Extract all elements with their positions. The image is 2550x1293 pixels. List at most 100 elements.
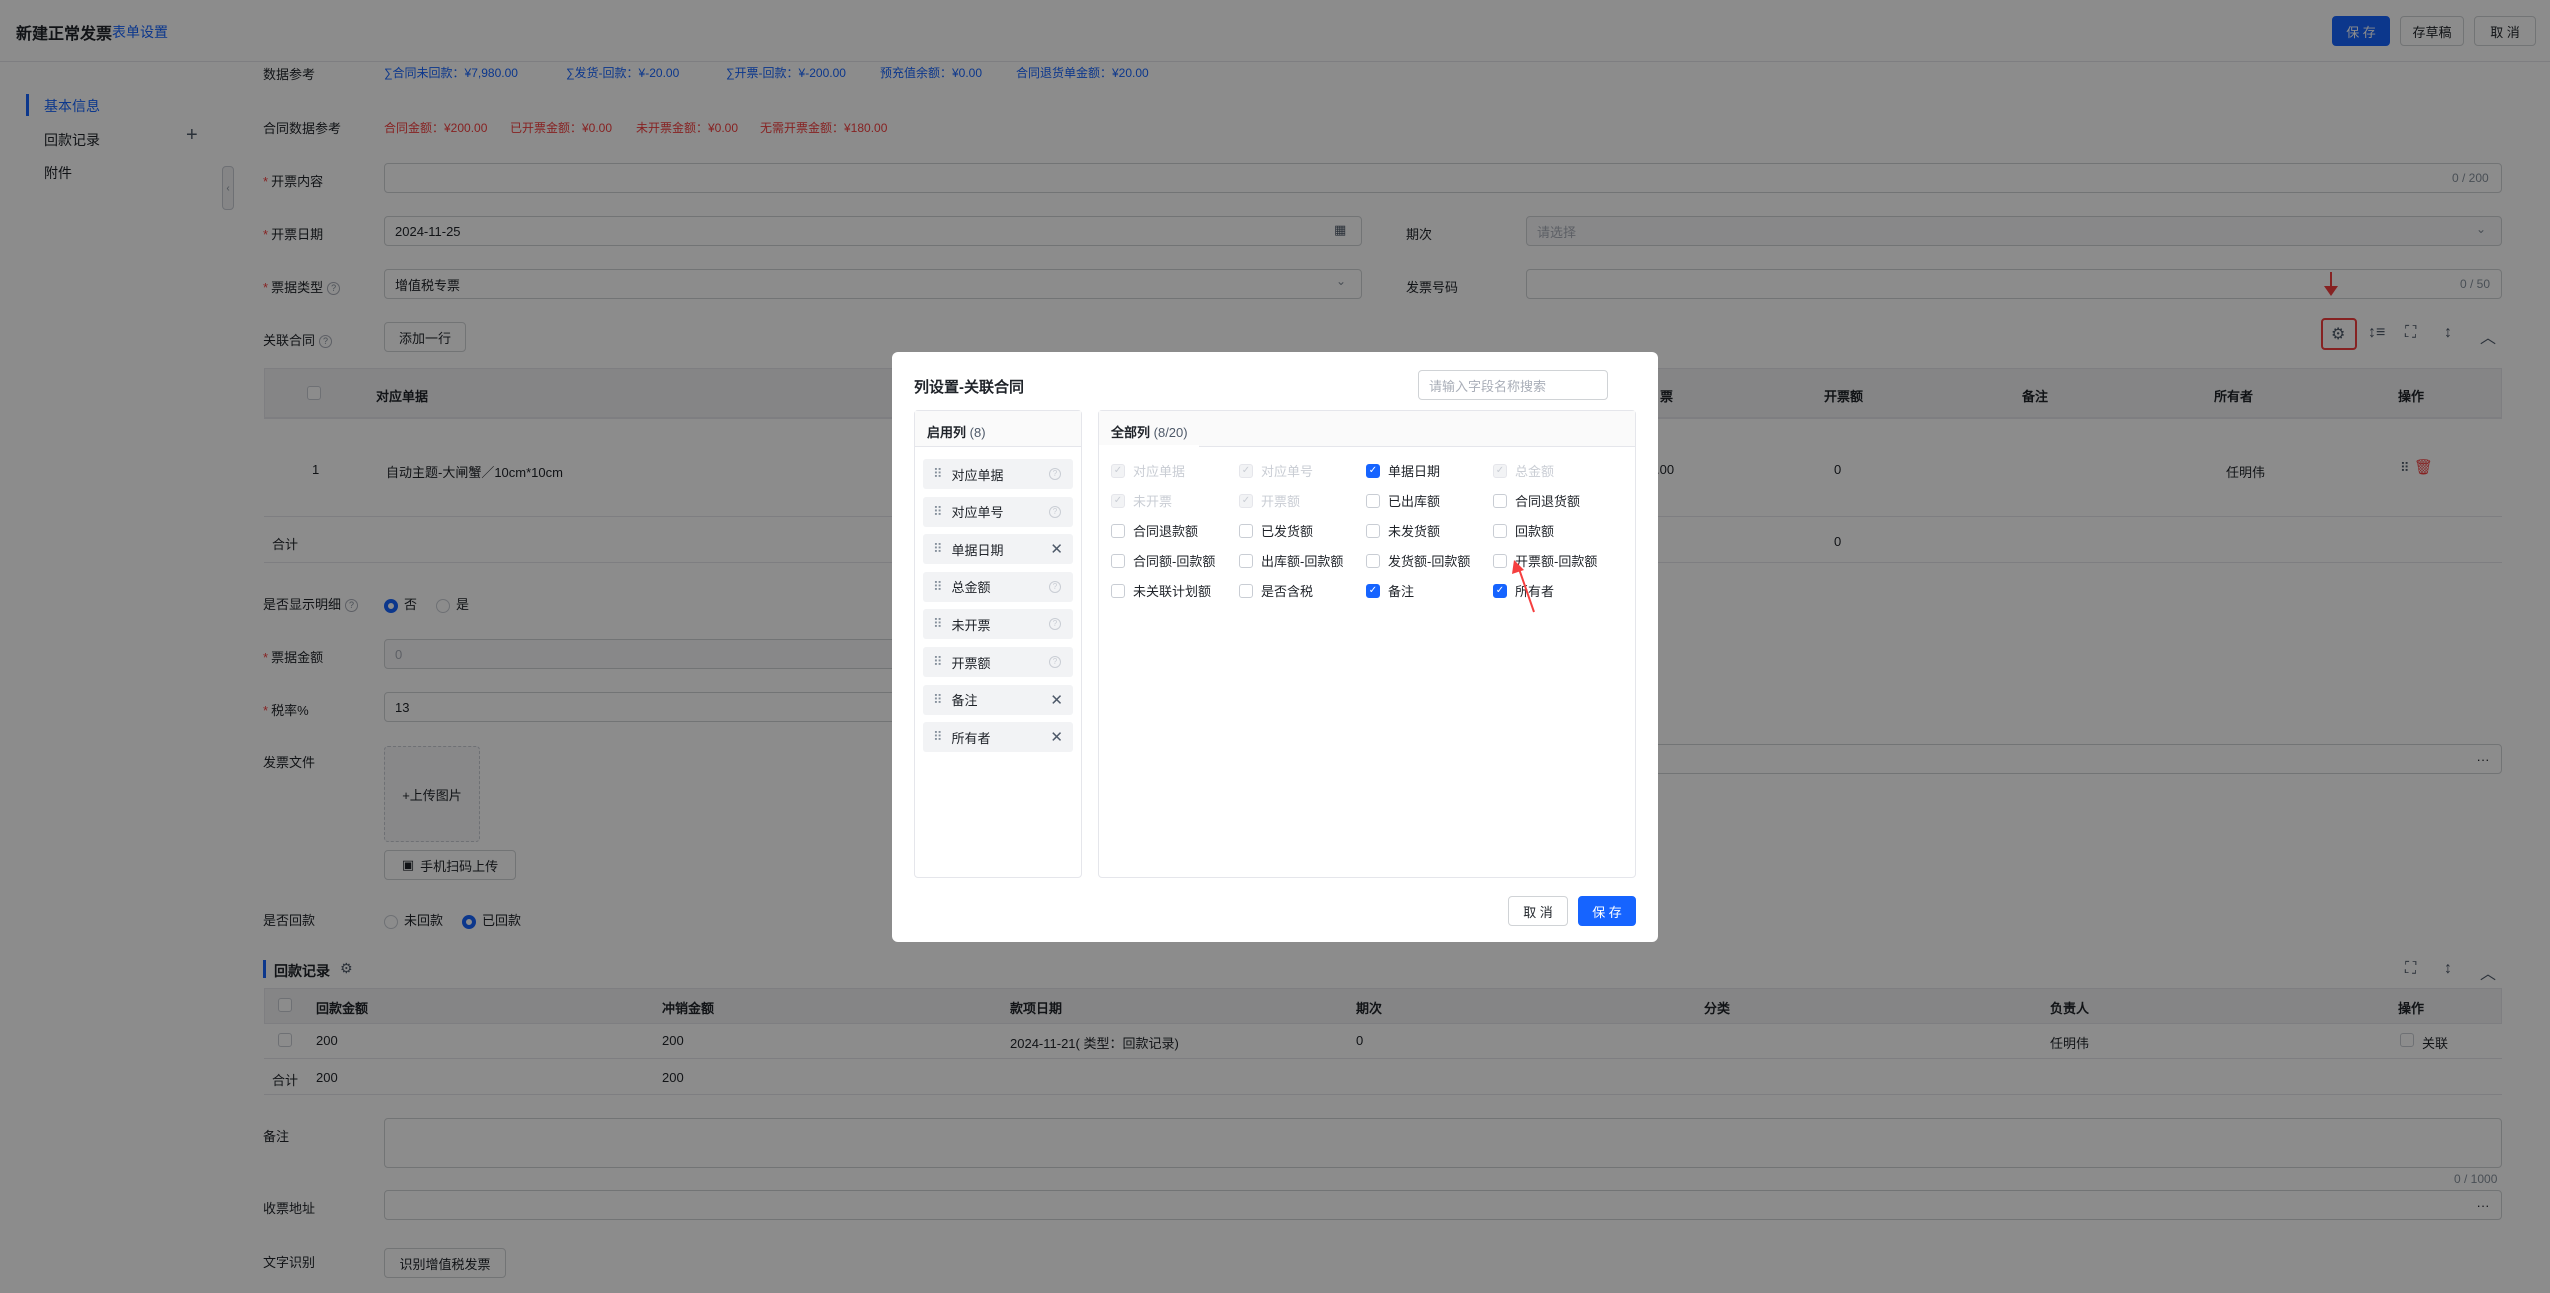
column-option-label: 对应单号: [1261, 464, 1314, 479]
field-search-input[interactable]: 请输入字段名称搜索: [1418, 370, 1608, 400]
drag-handle-icon[interactable]: ⠿: [933, 729, 942, 745]
modal-save-button[interactable]: 保 存: [1578, 896, 1636, 926]
column-option[interactable]: 合同退款额: [1111, 521, 1198, 540]
column-option-label: 未开票: [1133, 494, 1173, 509]
checkbox[interactable]: [1239, 553, 1253, 568]
column-option[interactable]: 已发货额: [1239, 521, 1313, 540]
column-option[interactable]: 出库额-回款额: [1239, 551, 1343, 570]
checkbox[interactable]: ✓: [1366, 463, 1380, 478]
checkbox[interactable]: [1111, 583, 1125, 598]
column-settings-modal: 列设置-关联合同 请输入字段名称搜索 启用列 (8) ⠿ 对应单据? ⠿ 对应单号? ⠿…: [892, 352, 1658, 942]
checkbox[interactable]: ✓: [1493, 583, 1507, 598]
tab-underline: [1099, 445, 1199, 447]
checkbox[interactable]: [1493, 553, 1507, 568]
column-option-label: 回款额: [1515, 524, 1555, 539]
checkbox[interactable]: [1366, 553, 1380, 568]
column-option-label: 合同退款额: [1133, 524, 1199, 539]
column-option: ✓ 未开票: [1111, 491, 1172, 510]
enabled-column-label: 对应单据: [951, 467, 1004, 483]
close-icon[interactable]: ✕: [1050, 540, 1063, 558]
enabled-column-item[interactable]: ⠿ 所有者 ✕: [923, 722, 1073, 753]
enabled-column-label: 开票额: [951, 655, 991, 671]
checkbox[interactable]: [1366, 523, 1380, 538]
checkbox[interactable]: [1366, 493, 1380, 508]
checkbox[interactable]: [1111, 523, 1125, 538]
drag-handle-icon[interactable]: ⠿: [933, 466, 942, 482]
help-icon: ?: [1049, 618, 1061, 631]
column-option-label: 未关联计划额: [1133, 584, 1212, 599]
help-icon: ?: [1049, 656, 1061, 668]
column-option-label: 合同退货额: [1515, 494, 1581, 509]
enabled-column-item[interactable]: ⠿ 未开票?: [923, 609, 1073, 640]
panel-header: 全部列 (8/20): [1099, 411, 1635, 447]
enabled-column-label: 所有者: [951, 730, 991, 746]
drag-handle-icon[interactable]: ⠿: [933, 579, 942, 595]
checkbox: ✓: [1239, 493, 1253, 508]
checkbox[interactable]: [1111, 553, 1125, 568]
column-option-label: 总金额: [1515, 464, 1555, 479]
checkbox[interactable]: ✓: [1366, 583, 1380, 598]
enabled-column-item[interactable]: ⠿ 总金额?: [923, 571, 1073, 602]
checkbox[interactable]: [1239, 583, 1253, 598]
column-option-label: 已发货额: [1261, 524, 1314, 539]
enabled-column-item[interactable]: ⠿ 对应单据?: [923, 459, 1073, 489]
drag-handle-icon[interactable]: ⠿: [933, 504, 942, 520]
enabled-column-label: 对应单号: [951, 505, 1004, 521]
column-option: ✓ 总金额: [1493, 461, 1554, 480]
enabled-column-label: 单据日期: [951, 542, 1004, 558]
enabled-columns-tab[interactable]: 启用列 (8): [927, 422, 986, 441]
drag-handle-icon[interactable]: ⠿: [933, 616, 942, 632]
enabled-column-item[interactable]: ⠿ 备注 ✕: [923, 684, 1073, 715]
checkbox: ✓: [1111, 493, 1125, 508]
column-option: ✓ 开票额: [1239, 491, 1300, 510]
enabled-column-item[interactable]: ⠿ 对应单号?: [923, 496, 1073, 527]
enabled-column-item[interactable]: ⠿ 单据日期 ✕: [923, 534, 1073, 565]
column-option-label: 发货额-回款额: [1388, 554, 1471, 569]
column-option-label: 开票额: [1261, 494, 1301, 509]
column-option[interactable]: 发货额-回款额: [1366, 551, 1470, 570]
drag-handle-icon[interactable]: ⠿: [933, 541, 942, 557]
column-option-label: 未发货额: [1388, 524, 1441, 539]
all-columns-tab[interactable]: 全部列 (8/20): [1111, 422, 1188, 441]
help-icon: ?: [1049, 580, 1061, 593]
column-option[interactable]: 已出库额: [1366, 491, 1440, 510]
drag-handle-icon[interactable]: ⠿: [933, 654, 942, 670]
column-option: ✓ 对应单据: [1111, 461, 1185, 480]
checkbox[interactable]: [1493, 493, 1507, 508]
annotation-arrow: [1512, 560, 1535, 613]
help-icon: ?: [1049, 505, 1061, 518]
checkbox: ✓: [1111, 463, 1125, 478]
column-option[interactable]: 是否含税: [1239, 581, 1313, 600]
all-columns-panel: 全部列 (8/20) ✓ 对应单据 ✓ 对应单号 ✓ 单据日期 ✓ 总金额 ✓ 未开票 ✓ 开票额 已出…: [1098, 410, 1636, 878]
column-option[interactable]: 合同退货额: [1493, 491, 1580, 510]
modal-title: 列设置-关联合同: [914, 379, 1024, 396]
column-option[interactable]: ✓ 备注: [1366, 581, 1414, 600]
close-icon[interactable]: ✕: [1050, 691, 1063, 709]
column-option[interactable]: 合同额-回款额: [1111, 551, 1215, 570]
column-option-label: 对应单据: [1133, 464, 1186, 479]
checkbox[interactable]: [1239, 523, 1253, 538]
enabled-column-item[interactable]: ⠿ 开票额?: [923, 647, 1073, 677]
column-option[interactable]: 回款额: [1493, 521, 1554, 540]
help-icon: ?: [1049, 468, 1061, 480]
column-option-label: 备注: [1388, 584, 1415, 599]
panel-header: 启用列 (8): [915, 411, 1081, 447]
modal-cancel-button[interactable]: 取 消: [1508, 896, 1568, 926]
checkbox[interactable]: [1493, 523, 1507, 538]
column-option-label: 已出库额: [1388, 494, 1441, 509]
column-option-label: 合同额-回款额: [1133, 554, 1216, 569]
drag-handle-icon[interactable]: ⠿: [933, 692, 942, 708]
checkbox: ✓: [1493, 463, 1507, 478]
enabled-column-label: 总金额: [951, 580, 991, 596]
column-option-label: 单据日期: [1388, 464, 1441, 479]
close-icon[interactable]: ✕: [1050, 728, 1063, 746]
enabled-column-label: 未开票: [951, 617, 991, 633]
enabled-column-label: 备注: [951, 693, 978, 709]
checkbox: ✓: [1239, 463, 1253, 478]
enabled-columns-panel: 启用列 (8) ⠿ 对应单据? ⠿ 对应单号? ⠿ 单据日期 ✕ ⠿ 总金额? ⠿ 未开票? ⠿ 开票额…: [914, 410, 1082, 878]
column-option-label: 是否含税: [1261, 584, 1314, 599]
column-option[interactable]: 未发货额: [1366, 521, 1440, 540]
column-option[interactable]: 未关联计划额: [1111, 581, 1211, 600]
column-option-label: 出库额-回款额: [1261, 554, 1344, 569]
column-option[interactable]: ✓ 单据日期: [1366, 461, 1440, 480]
